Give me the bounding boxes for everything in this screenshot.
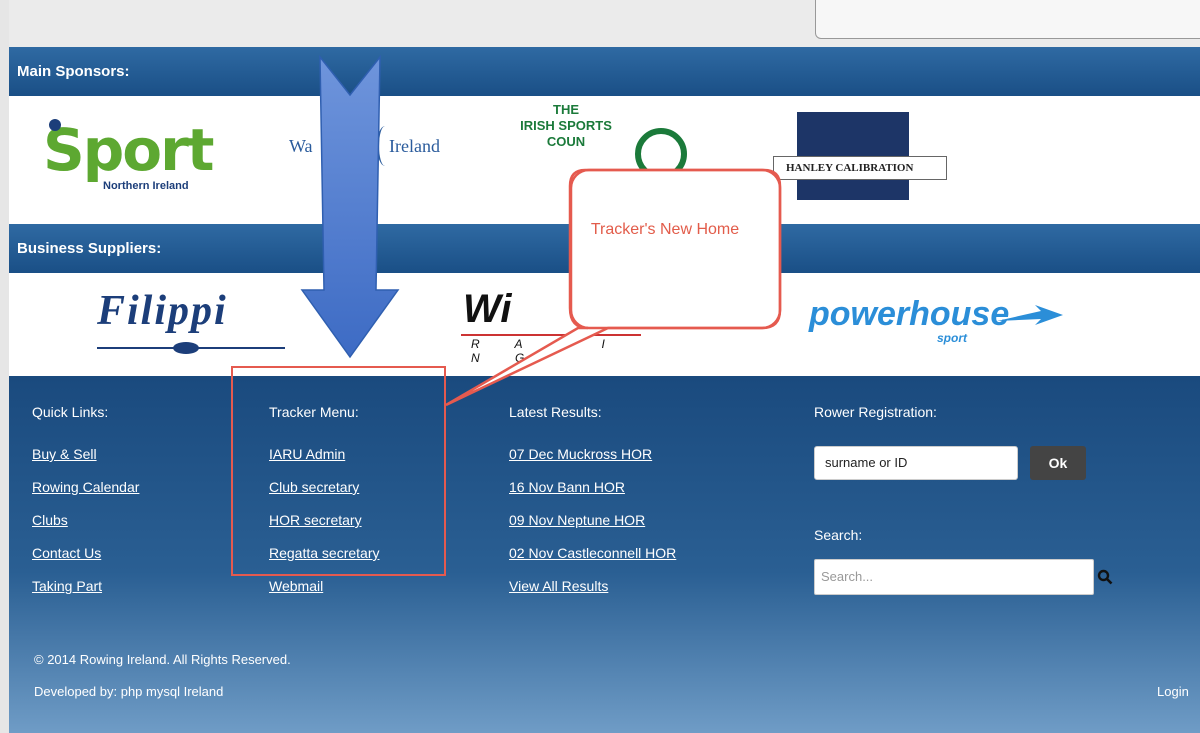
result-link-bann[interactable]: 16 Nov Bann HOR [509,479,625,495]
filippi-word: Filippi [97,288,228,334]
filippi-oval [173,342,199,354]
search-heading: Search: [814,527,863,543]
sponsors-band: Main Sponsors: [9,47,1200,96]
login-link[interactable]: Login [1157,684,1189,699]
left-edge [0,0,9,733]
result-link-castleconnell[interactable]: 02 Nov Castleconnell HOR [509,545,676,561]
search-icon[interactable] [1097,569,1113,585]
isc-text: THE IRISH SPORTS COUN [520,102,612,149]
top-panel-box [815,0,1200,39]
powerhouse-swoosh-icon [997,305,1063,325]
view-all-results-link[interactable]: View All Results [509,578,608,594]
quick-link-buy-sell[interactable]: Buy & Sell [32,446,97,462]
result-link-muckross[interactable]: 07 Dec Muckross HOR [509,446,652,462]
callout-text: Tracker's New Home [590,221,740,238]
sport-ni-sub: Northern Ireland [103,180,189,192]
quick-links-heading: Quick Links: [32,404,109,420]
result-link-neptune[interactable]: 09 Nov Neptune HOR [509,512,645,528]
latest-results-list: 07 Dec Muckross HOR 16 Nov Bann HOR 09 N… [509,446,676,611]
powerhouse-sub: sport [937,331,967,345]
powerhouse-word: powerhouse [809,295,1010,333]
quick-link-taking-part[interactable]: Taking Part [32,578,102,594]
tracker-link-webmail[interactable]: Webmail [269,578,323,594]
quick-links-list: Buy & Sell Rowing Calendar Clubs Contact… [32,446,139,611]
latest-results-column: Latest Results: 07 Dec Muckross HOR 16 N… [509,404,676,611]
rower-ok-button[interactable]: Ok [1030,446,1086,480]
rower-id-input[interactable]: surname or ID [814,446,1018,480]
quick-link-rowing-calendar[interactable]: Rowing Calendar [32,479,139,495]
powerhouse-logo[interactable]: powerhouse sport [809,295,1079,355]
hanley-text: HANLEY CALIBRATION [773,156,947,180]
sport-ni-dot [49,119,61,131]
rower-registration-heading: Rower Registration: [814,404,937,420]
sport-ni-word: Sport [43,116,214,184]
suppliers-heading: Business Suppliers: [17,240,162,257]
hanley-calibration-logo[interactable]: HANLEY CALIBRATION [773,112,953,202]
tracker-menu-highlight [231,366,446,576]
site-footer: Quick Links: Buy & Sell Rowing Calendar … [9,376,1200,733]
sport-ni-logo[interactable]: Sport Northern Ireland [43,116,233,196]
down-arrow-annotation [300,55,400,359]
quick-link-contact-us[interactable]: Contact Us [32,545,101,561]
developed-by-text: Developed by: php mysql Ireland [34,684,224,699]
filippi-logo[interactable]: Filippi [93,287,293,367]
search-input[interactable]: Search... [814,559,1094,595]
quick-link-clubs[interactable]: Clubs [32,512,68,528]
copyright-text: © 2014 Rowing Ireland. All Rights Reserv… [34,652,291,667]
speech-callout [445,168,782,407]
sponsors-heading: Main Sponsors: [17,63,130,80]
quick-links-column: Quick Links: Buy & Sell Rowing Calendar … [32,404,139,611]
rower-registration-column: Rower Registration: [814,404,937,420]
